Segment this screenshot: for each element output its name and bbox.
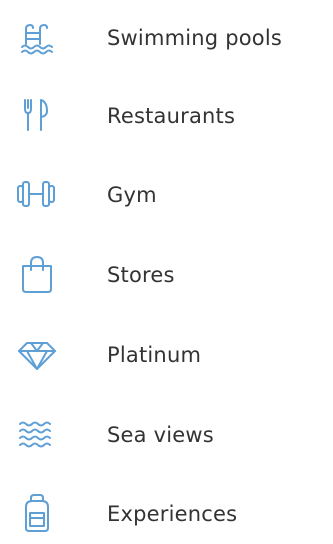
gym-icon: [14, 171, 60, 217]
amenity-label: Restaurants: [107, 104, 236, 128]
shopping-bag-icon: [14, 251, 60, 297]
amenity-label: Gym: [107, 183, 157, 207]
amenity-item-platinum: Platinum: [0, 325, 333, 385]
amenity-label: Platinum: [107, 343, 202, 367]
amenity-item-sea-views: Sea views: [0, 405, 333, 465]
backpack-icon: [14, 490, 60, 536]
amenity-item-gym: Gym: [0, 165, 333, 225]
amenity-label: Swimming pools: [107, 26, 283, 50]
restaurant-icon: [14, 92, 60, 138]
amenity-item-stores: Stores: [0, 245, 333, 305]
amenity-item-experiences: Experiences: [0, 484, 333, 544]
amenity-label: Sea views: [107, 423, 214, 447]
amenity-label: Experiences: [107, 502, 238, 526]
amenity-item-restaurants: Restaurants: [0, 86, 333, 146]
amenity-label: Stores: [107, 263, 175, 287]
diamond-icon: [14, 331, 60, 377]
amenity-list: Swimming pools Restaurants Gym Stores Pl…: [0, 0, 333, 543]
waves-icon: [14, 411, 60, 457]
amenity-item-swimming-pools: Swimming pools: [0, 8, 333, 68]
swimming-pool-icon: [14, 14, 60, 60]
